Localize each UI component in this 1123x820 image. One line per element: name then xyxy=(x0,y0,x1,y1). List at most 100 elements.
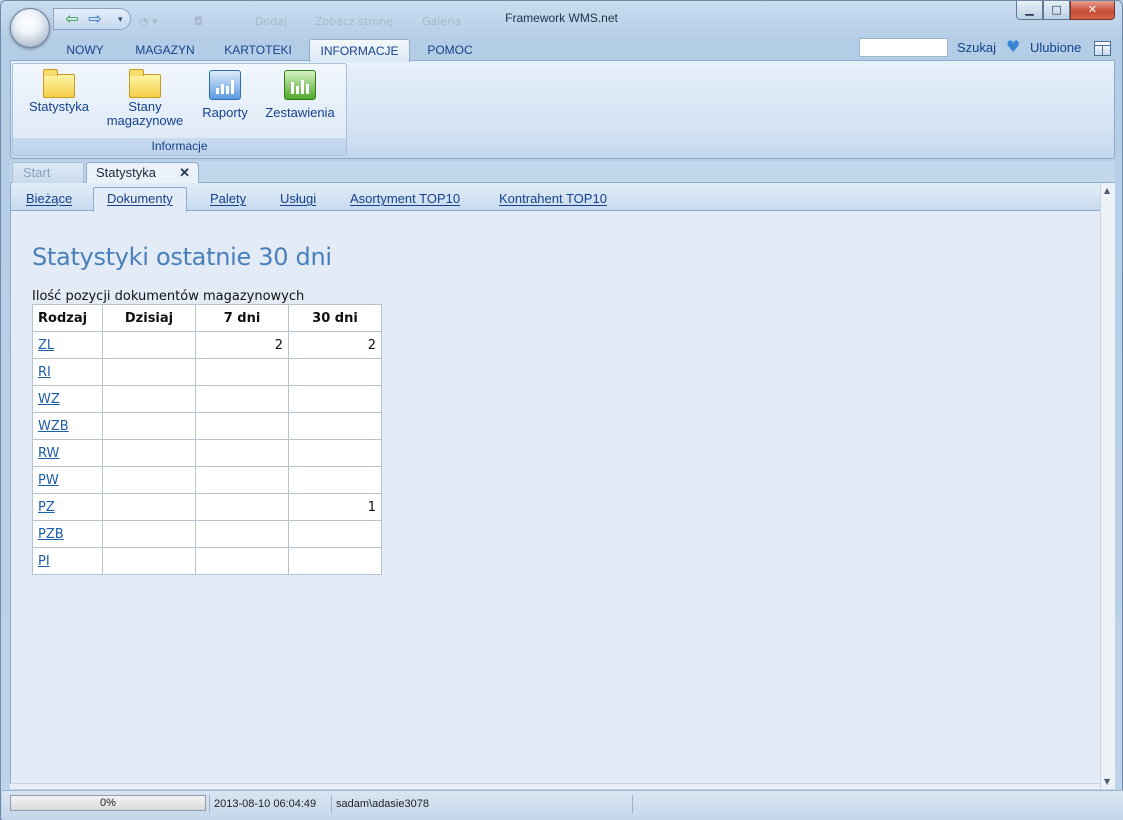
count-30-days xyxy=(288,520,382,548)
table-caption: Ilość pozycji dokumentów magazynowych xyxy=(32,289,305,304)
table-row: WZ xyxy=(32,385,382,413)
app-window: ⇦ ⇨ ▾ ◔ ▾ ◘ Dodaj Zobacz stronę Galeria … xyxy=(0,0,1123,820)
page-title: Statystyki ostatnie 30 dni xyxy=(32,243,332,271)
title-bar: ⇦ ⇨ ▾ ◔ ▾ ◘ Dodaj Zobacz stronę Galeria … xyxy=(1,1,1122,48)
statystyka-button[interactable]: Statystyka xyxy=(20,66,98,114)
zestawienia-button-label: Zestawienia xyxy=(265,105,335,120)
table-row: ZL 2 2 xyxy=(32,331,382,359)
count-7-days xyxy=(195,385,289,413)
close-icon[interactable]: ✕ xyxy=(179,163,190,183)
report-chart-icon xyxy=(209,70,241,100)
count-7-days xyxy=(195,493,289,521)
table-row: RW xyxy=(32,439,382,467)
status-datetime: 2013-08-10 06:04:49 xyxy=(209,795,327,813)
count-30-days xyxy=(288,466,382,494)
subtab-asortyment-top10[interactable]: Asortyment TOP10 xyxy=(350,191,460,206)
document-type-link[interactable]: PZ xyxy=(38,500,55,515)
close-window-button[interactable]: ✕ xyxy=(1070,1,1115,20)
document-type-link[interactable]: WZ xyxy=(38,392,60,407)
scroll-down-arrow-icon[interactable]: ▼ xyxy=(1104,777,1110,786)
count-today xyxy=(102,412,196,440)
count-30-days xyxy=(288,439,382,467)
document-tab-bar: Start Statystyka ✕ xyxy=(10,161,1115,183)
table-row: PW xyxy=(32,466,382,494)
count-7-days: 2 xyxy=(195,331,289,359)
window-controls: ▁ □ ✕ xyxy=(1016,1,1115,21)
search-input[interactable] xyxy=(859,38,948,57)
count-7-days xyxy=(195,439,289,467)
table-row: WZB xyxy=(32,412,382,440)
column-header-dzisiaj: Dzisiaj xyxy=(102,304,196,332)
minimize-button[interactable]: ▁ xyxy=(1016,1,1043,20)
ribbon-tab-nowy[interactable]: NOWY xyxy=(57,39,113,61)
stany-magazynowe-label-line2: magazynowe xyxy=(106,113,184,128)
window-layout-icon[interactable] xyxy=(1094,41,1111,56)
ribbon-tab-pomoc[interactable]: POMOC xyxy=(419,39,481,61)
content-area: Bieżące Dokumenty Palety Usługi Asortyme… xyxy=(10,183,1101,783)
search-button[interactable]: Szukaj xyxy=(957,40,996,55)
subtab-uslugi[interactable]: Usługi xyxy=(280,191,316,206)
column-header-30-dni: 30 dni xyxy=(288,304,382,332)
count-7-days xyxy=(195,358,289,386)
column-header-7-dni: 7 dni xyxy=(195,304,289,332)
table-row: PI xyxy=(32,547,382,575)
summary-chart-icon xyxy=(284,70,316,100)
vertical-scrollbar[interactable]: ▲ ▼ xyxy=(1100,183,1115,789)
doc-tab-start[interactable]: Start xyxy=(12,162,84,183)
document-type-link[interactable]: PW xyxy=(38,473,59,488)
count-today xyxy=(102,520,196,548)
table-row: PZB xyxy=(32,520,382,548)
count-7-days xyxy=(195,412,289,440)
document-type-link[interactable]: PI xyxy=(38,554,50,569)
count-today xyxy=(102,358,196,386)
ribbon-group-label: Informacje xyxy=(13,138,346,155)
subtab-palety[interactable]: Palety xyxy=(210,191,246,206)
status-bar: 0% 2013-08-10 06:04:49 sadam\adasie3078 xyxy=(2,790,1123,820)
raporty-button-label: Raporty xyxy=(202,105,248,120)
count-7-days xyxy=(195,520,289,548)
subtab-kontrahent-top10[interactable]: Kontrahent TOP10 xyxy=(499,191,607,206)
table-row: RI xyxy=(32,358,382,386)
application-menu-orb[interactable] xyxy=(10,8,50,48)
document-type-link[interactable]: ZL xyxy=(38,338,54,353)
document-type-link[interactable]: RI xyxy=(38,365,51,380)
raporty-button[interactable]: Raporty xyxy=(193,66,257,120)
ribbon-tab-informacje[interactable]: INFORMACJE xyxy=(309,39,410,62)
zestawienia-button[interactable]: Zestawienia xyxy=(259,66,341,120)
doc-tab-statystyka[interactable]: Statystyka ✕ xyxy=(86,162,199,183)
statystyka-button-label: Statystyka xyxy=(29,99,89,114)
count-today xyxy=(102,385,196,413)
table-header-row: Rodzaj Dzisiaj 7 dni 30 dni xyxy=(32,304,382,332)
count-7-days xyxy=(195,547,289,575)
ribbon-tab-magazyn[interactable]: MAGAZYN xyxy=(125,39,205,61)
subtab-bar: Bieżące Dokumenty Palety Usługi Asortyme… xyxy=(11,183,1101,212)
favorites-button[interactable]: Ulubione xyxy=(1030,40,1081,55)
status-empty-cell xyxy=(632,795,1112,813)
folder-icon xyxy=(43,69,75,98)
content-bottom-strip xyxy=(10,783,1100,789)
stany-magazynowe-button[interactable]: Stany magazynowe xyxy=(101,66,189,128)
ribbon-tab-bar: NOWY MAGAZYN KARTOTEKI INFORMACJE POMOC … xyxy=(11,37,1115,62)
document-stats-table: Rodzaj Dzisiaj 7 dni 30 dni ZL 2 2 RI WZ… xyxy=(32,304,382,575)
document-type-link[interactable]: RW xyxy=(38,446,59,461)
ribbon-tab-kartoteki[interactable]: KARTOTEKI xyxy=(217,39,299,61)
count-today xyxy=(102,439,196,467)
count-30-days xyxy=(288,358,382,386)
heart-icon[interactable]: ♥ xyxy=(1006,39,1020,55)
document-type-link[interactable]: WZB xyxy=(38,419,69,434)
ribbon-panel: Statystyka Stany magazynowe Raporty Zest… xyxy=(10,60,1115,159)
scroll-up-arrow-icon[interactable]: ▲ xyxy=(1104,186,1110,195)
count-30-days xyxy=(288,412,382,440)
progress-bar: 0% xyxy=(10,795,206,811)
subtab-biezace[interactable]: Bieżące xyxy=(26,191,72,206)
document-type-link[interactable]: PZB xyxy=(38,527,64,542)
count-today xyxy=(102,493,196,521)
folder-icon xyxy=(129,69,161,98)
count-30-days xyxy=(288,385,382,413)
count-30-days: 1 xyxy=(288,493,382,521)
subtab-dokumenty[interactable]: Dokumenty xyxy=(93,187,187,212)
doc-tab-statystyka-label: Statystyka xyxy=(96,165,156,180)
maximize-button[interactable]: □ xyxy=(1043,1,1070,20)
count-today xyxy=(102,331,196,359)
column-header-rodzaj: Rodzaj xyxy=(32,304,103,332)
